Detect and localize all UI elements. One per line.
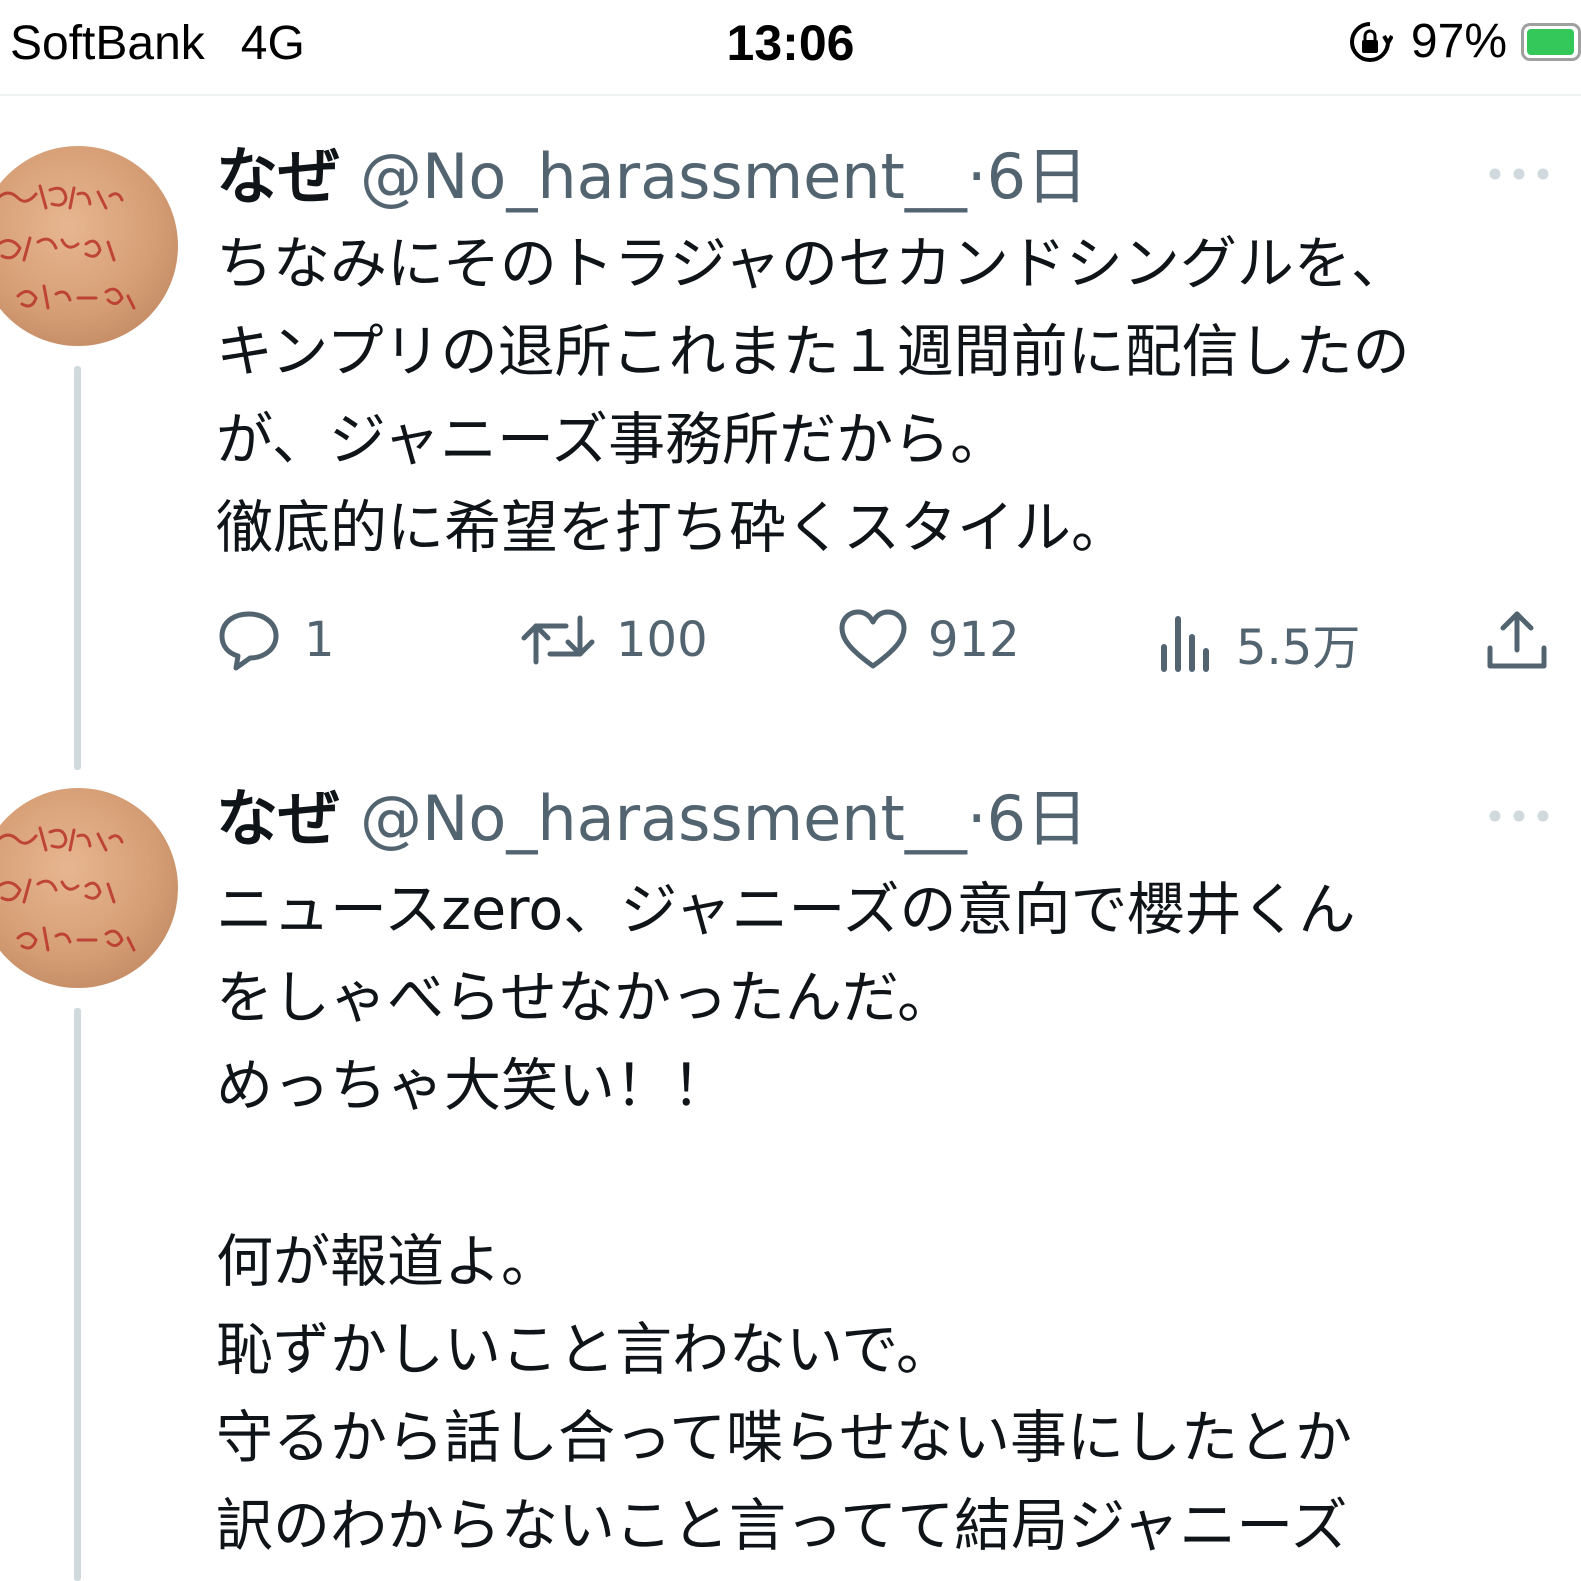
more-options-icon[interactable] <box>1487 808 1551 824</box>
tweet-header: なぜ @No_harassment__·6日 <box>216 140 1088 214</box>
status-indicators: 97% <box>1347 14 1581 69</box>
tweet-text-line: 恥ずかしいこと言わないで。 <box>216 1317 954 1383</box>
share-button[interactable] <box>1484 608 1570 672</box>
tweet-text-line: 何が報道よ。 <box>216 1229 558 1295</box>
views-chart-icon <box>1161 616 1209 672</box>
tweet-text-line: 守るから話し合って喋らせない事にしたとか <box>216 1405 1353 1471</box>
tweet-text: ちなみにそのトラジャのセカンドシングルを、 キンプリの退所これまた１週間前に配信… <box>216 220 1556 572</box>
avatar-handwriting-image <box>0 184 136 310</box>
orientation-lock-icon <box>1349 21 1393 62</box>
separator-dot: · <box>966 140 987 213</box>
tweet-text: ニュースzero、ジャニーズの意向で櫻井くん をしゃべらせなかったんだ。 めっち… <box>216 866 1556 1570</box>
tweet[interactable]: なぜ @No_harassment__·6日 ニュースzero、ジャニーズの意向で… <box>0 782 1581 1581</box>
tweet-text-line <box>216 1130 1556 1218</box>
heart-icon <box>839 609 907 669</box>
more-options-icon[interactable] <box>1487 166 1551 182</box>
avatar[interactable] <box>0 788 178 988</box>
reply-button[interactable]: 1 <box>214 608 335 672</box>
retweet-icon <box>521 615 595 665</box>
clock: 13:06 <box>726 15 855 71</box>
tweet-text-line: めっちゃ大笑い！！ <box>216 1053 729 1119</box>
battery-level <box>1527 28 1574 55</box>
tweet-text-line: をしゃべらせなかったんだ。 <box>216 965 955 1031</box>
view-count: 5.5万 <box>1236 620 1361 676</box>
reply-count: 1 <box>304 612 335 668</box>
reply-icon <box>219 611 279 671</box>
tweet-header: なぜ @No_harassment__·6日 <box>216 782 1088 856</box>
share-icon <box>1487 611 1547 669</box>
status-bar: SoftBank 4G 13:06 97% <box>0 0 1581 96</box>
tweet-text-line: ニュースzero、ジャニーズの意向で櫻井くん <box>216 877 1356 943</box>
display-name[interactable]: なぜ <box>216 140 340 213</box>
tweet-text-line: 徹底的に希望を打ち砕くスタイル。 <box>216 495 1128 561</box>
battery-percent: 97% <box>1410 15 1507 68</box>
tweet[interactable]: なぜ @No_harassment__·6日 ちなみにそのトラジャのセカンドシング… <box>0 140 1581 770</box>
timestamp[interactable]: 6日 <box>987 140 1088 213</box>
tweet-text-line: が、ジャニーズ事務所だから。 <box>216 407 1008 473</box>
avatar-handwriting-image <box>0 826 136 952</box>
tweet-text-line: ちなみにそのトラジャのセカンドシングルを、 <box>216 231 1408 297</box>
timestamp[interactable]: 6日 <box>987 782 1088 855</box>
retweet-count: 100 <box>616 612 708 668</box>
tweet-text-line: キンプリの退所これまた１週間前に配信したの <box>216 319 1410 385</box>
battery-icon <box>1521 22 1581 61</box>
avatar[interactable] <box>0 146 178 346</box>
separator-dot: · <box>966 782 987 855</box>
like-count: 912 <box>928 612 1020 668</box>
thread-line <box>74 366 81 770</box>
retweet-button[interactable]: 100 <box>520 608 708 672</box>
like-button[interactable]: 912 <box>838 608 1020 672</box>
user-handle[interactable]: @No_harassment__ <box>360 140 967 213</box>
views-button[interactable]: 5.5万 <box>1156 608 1360 678</box>
display-name[interactable]: なぜ <box>216 782 340 855</box>
tweet-text-line: 訳のわからないこと言ってて結局ジャニーズ <box>216 1493 1348 1559</box>
user-handle[interactable]: @No_harassment__ <box>360 782 967 855</box>
tweet-actions: 1 100 912 5.5万 <box>214 608 1554 678</box>
thread-line <box>74 1008 81 1581</box>
